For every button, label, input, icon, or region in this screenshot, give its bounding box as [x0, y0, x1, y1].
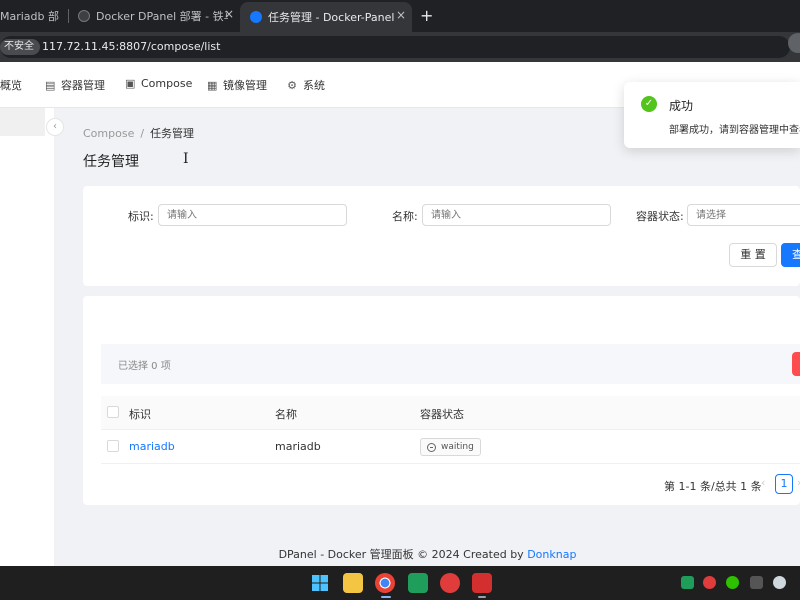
tab-separator — [68, 9, 69, 23]
music-app-icon[interactable] — [440, 573, 460, 593]
chrome-icon[interactable] — [375, 573, 395, 593]
close-tab-icon[interactable]: × — [224, 7, 234, 21]
filter-form: 标识: 名称: 容器状态: 重 置 查 询 — [83, 186, 800, 286]
github-favicon-icon — [78, 10, 90, 22]
new-tab-button[interactable]: + — [420, 6, 433, 25]
browser-tab-dpanel-article[interactable]: Docker DPanel 部署 - 铁马冰 × — [74, 4, 240, 28]
nav-item-images[interactable]: ▦ 镜像管理 — [207, 77, 267, 93]
nav-item-compose[interactable]: ▣ Compose — [125, 77, 192, 90]
browser-tab-bar: Mariadb 部 Docker DPanel 部署 - 铁马冰 × 任务管理 … — [0, 0, 800, 32]
status-text: waiting — [441, 442, 474, 452]
breadcrumb-separator: / — [140, 127, 145, 140]
breadcrumb-current: 任务管理 — [150, 127, 195, 140]
query-button[interactable]: 查 询 — [781, 243, 800, 267]
tab-title: Docker DPanel 部署 - 铁马冰 — [96, 10, 228, 23]
nav-item-label: 容器管理 — [61, 79, 105, 92]
filter-select-status[interactable] — [687, 204, 800, 226]
browser-tab-mariadb[interactable]: Mariadb 部 — [0, 4, 68, 28]
task-list-card: 已选择 0 项 标识 名称 容器状态 mariadb mariadb waiti… — [83, 296, 800, 505]
windows-start-icon[interactable] — [310, 573, 330, 593]
filter-label-status: 容器状态: — [636, 210, 684, 223]
table-header: 标识 名称 容器状态 — [101, 396, 800, 430]
row-checkbox[interactable] — [107, 440, 119, 452]
filter-label-id: 标识: — [128, 210, 154, 223]
row-id-link[interactable]: mariadb — [129, 440, 175, 453]
nav-item-system[interactable]: ⚙ 系统 — [287, 77, 325, 93]
batch-delete-button[interactable] — [792, 352, 800, 376]
tray-app-icon[interactable] — [750, 576, 763, 589]
active-app-indicator — [381, 596, 391, 598]
pagination-total: 第 1-1 条/总共 1 条 — [664, 480, 762, 493]
browser-address-bar: 不安全 117.72.11.45:8807/compose/list — [0, 32, 800, 62]
pagination-page-1[interactable]: 1 — [775, 474, 793, 494]
status-badge: waiting — [420, 438, 481, 456]
tray-music-icon[interactable] — [703, 576, 716, 589]
profile-avatar[interactable] — [788, 33, 800, 53]
column-header-status[interactable]: 容器状态 — [420, 406, 464, 422]
browser-tab-active[interactable]: 任务管理 - Docker-Panel × — [240, 2, 412, 32]
remote-app-icon[interactable] — [472, 573, 492, 593]
nav-item-label: 系统 — [303, 79, 325, 92]
nav-item-overview[interactable]: 概览 — [0, 77, 22, 93]
filter-input-name[interactable] — [422, 204, 611, 226]
pagination-prev-icon[interactable]: ‹ — [761, 476, 765, 489]
pause-circle-icon — [427, 442, 436, 452]
notification-description: 部署成功，请到容器管理中查看 — [669, 125, 800, 136]
file-explorer-icon[interactable] — [343, 573, 363, 593]
compose-icon: ▣ — [125, 77, 136, 90]
selection-count: 已选择 0 项 — [118, 361, 171, 372]
column-header-id[interactable]: 标识 — [129, 406, 151, 422]
app-indicator — [478, 596, 486, 598]
text-cursor-icon: I — [183, 151, 189, 167]
image-icon: ▦ — [207, 78, 218, 92]
terminal-app-icon[interactable] — [408, 573, 428, 593]
filter-input-id[interactable] — [158, 204, 347, 226]
nav-item-label: Compose — [141, 77, 193, 90]
select-all-checkbox[interactable] — [107, 406, 119, 418]
row-name: mariadb — [275, 440, 321, 453]
page-title: 任务管理 — [83, 154, 139, 170]
footer-author-link[interactable]: Donknap — [527, 548, 576, 561]
close-tab-icon[interactable]: × — [396, 8, 406, 22]
filter-label-name: 名称: — [392, 210, 418, 223]
tray-cloud-icon[interactable] — [773, 576, 786, 589]
reset-button[interactable]: 重 置 — [729, 243, 777, 267]
security-indicator[interactable]: 不安全 — [0, 39, 40, 55]
tray-wechat-icon[interactable] — [726, 576, 739, 589]
breadcrumb: Compose / 任务管理 — [83, 125, 194, 141]
nav-item-label: 镜像管理 — [223, 79, 267, 92]
sidebar — [0, 108, 55, 566]
gear-icon: ⚙ — [287, 78, 297, 92]
nav-item-containers[interactable]: ▤ 容器管理 — [45, 77, 105, 93]
tab-title: Mariadb 部 — [0, 10, 60, 23]
table-row: mariadb mariadb waiting — [101, 430, 800, 464]
sidebar-collapse-button[interactable]: ‹ — [46, 118, 64, 136]
url-text[interactable]: 117.72.11.45:8807/compose/list — [42, 40, 220, 53]
column-header-name[interactable]: 名称 — [275, 406, 297, 422]
footer: DPanel - Docker 管理面板 © 2024 Created by D… — [55, 546, 800, 562]
sidebar-item-active[interactable] — [0, 108, 45, 136]
tab-title: 任务管理 - Docker-Panel — [268, 11, 395, 24]
omnibox[interactable]: 不安全 117.72.11.45:8807/compose/list — [0, 36, 790, 58]
selection-toolbar: 已选择 0 项 — [101, 344, 800, 384]
breadcrumb-link-compose[interactable]: Compose — [83, 127, 134, 140]
footer-text: DPanel - Docker 管理面板 © 2024 Created by — [278, 548, 528, 561]
container-icon: ▤ — [45, 78, 56, 92]
notification-title: 成功 — [669, 99, 694, 113]
os-taskbar — [0, 566, 800, 600]
nav-item-label: 概览 — [0, 79, 22, 92]
success-notification: ✓ 成功 部署成功，请到容器管理中查看 — [624, 82, 800, 148]
check-circle-icon: ✓ — [641, 96, 657, 112]
docker-favicon-icon — [250, 11, 262, 23]
tray-terminal-icon[interactable] — [681, 576, 694, 589]
